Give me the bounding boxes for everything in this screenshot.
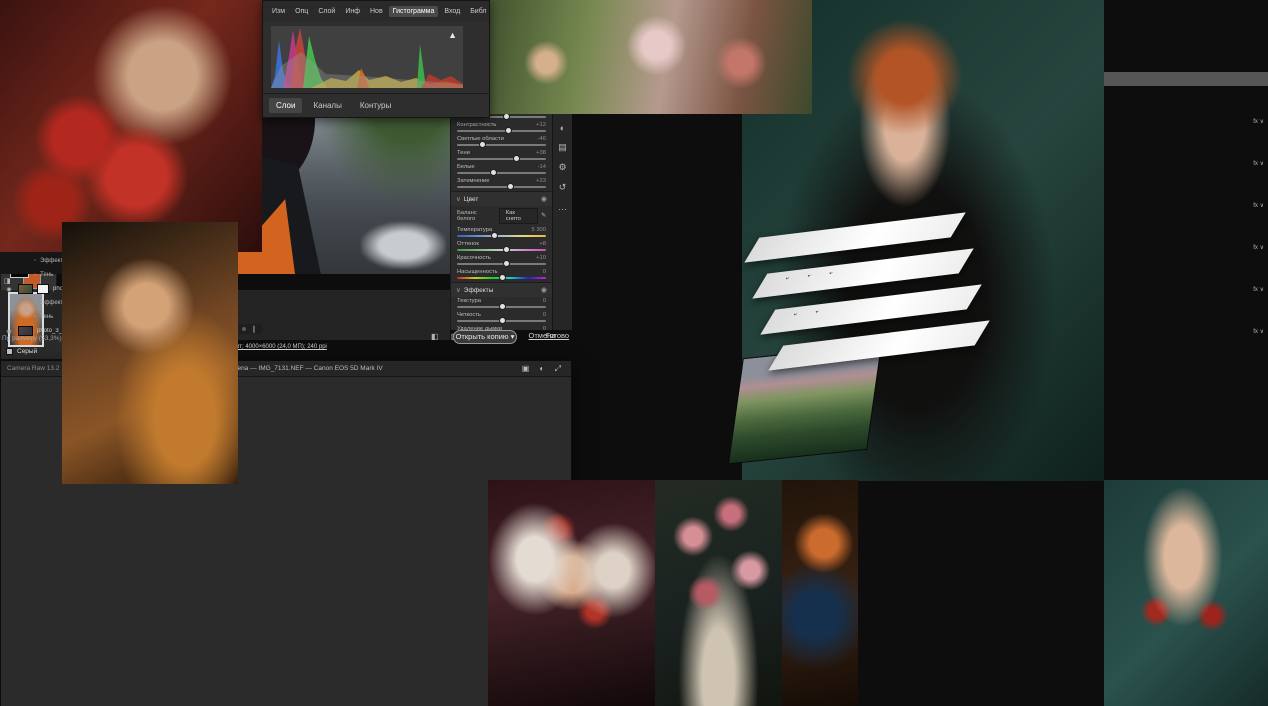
layer-mask-thumbnail[interactable] — [37, 284, 49, 294]
eye-icon[interactable]: ◉ — [4, 328, 14, 335]
photo-whitehair-woman — [488, 480, 655, 706]
effect-bullet-icon: ◦ — [34, 272, 36, 278]
bird-silhouettes: ⌄ ⌄ — [791, 305, 831, 318]
panel-tabs: Слои Каналы Контуры — [263, 93, 489, 117]
menu-bar: ИзмОпцСлойИнфНовГистограммаВходБибл — [263, 1, 489, 21]
photo-orange-face-woman — [782, 480, 858, 706]
layer-thumbnail[interactable] — [18, 326, 33, 336]
photo-red-mask-woman — [0, 0, 262, 252]
photo-picnic-group — [488, 0, 812, 114]
panel-tab-2[interactable]: Контуры — [353, 98, 398, 113]
photo-warm-portrait — [62, 222, 238, 484]
eye-icon[interactable]: ◉ — [4, 286, 14, 293]
panel-tab-1[interactable]: Каналы — [306, 98, 348, 113]
panel-tab-0[interactable]: Слои — [269, 98, 302, 113]
menu-item-0[interactable]: Изм — [268, 6, 289, 17]
menu-item-1[interactable]: Опц — [291, 6, 312, 17]
effect-label: Тень — [40, 272, 53, 278]
layer-thumbnail[interactable] — [18, 284, 33, 294]
clipping-warning-icon[interactable]: ▲ — [448, 30, 457, 40]
menu-item-7[interactable]: Библ — [466, 6, 490, 17]
effect-bullet-icon: ◦ — [34, 258, 36, 264]
menu-item-5[interactable]: Гистограмма — [389, 6, 439, 17]
menu-item-2[interactable]: Слой — [314, 6, 339, 17]
bird-silhouettes: ⌄ ⌄ ⌄ — [783, 266, 844, 282]
photoshop-collage: ⌄ ⌄ ⌄ ⌄ ⌄ » ✛⬚◌⚡⊞⊠✎✚✑▣↺▰▨◗◖✒T►▭✥◎… ⇄ ◨ ◧… — [0, 0, 1268, 706]
effect-label: Тень — [40, 314, 53, 320]
layered-sheets-graphic: ⌄ ⌄ ⌄ ⌄ ⌄ — [733, 218, 983, 368]
effect-bullet-icon: ◦ — [34, 314, 36, 320]
histogram-plot: ▲ — [271, 26, 463, 88]
menu-item-6[interactable]: Вход — [440, 6, 464, 17]
menu-item-4[interactable]: Нов — [366, 6, 387, 17]
histogram-panel: ИзмОпцСлойИнфНовГистограммаВходБибл ▲ Сл… — [262, 0, 490, 118]
menu-item-3[interactable]: Инф — [341, 6, 364, 17]
effect-bullet-icon: ◦ — [34, 300, 36, 306]
photo-flower-arrangement — [655, 480, 782, 706]
photo-teal-woman — [1104, 480, 1268, 706]
histogram-svg — [271, 26, 463, 88]
